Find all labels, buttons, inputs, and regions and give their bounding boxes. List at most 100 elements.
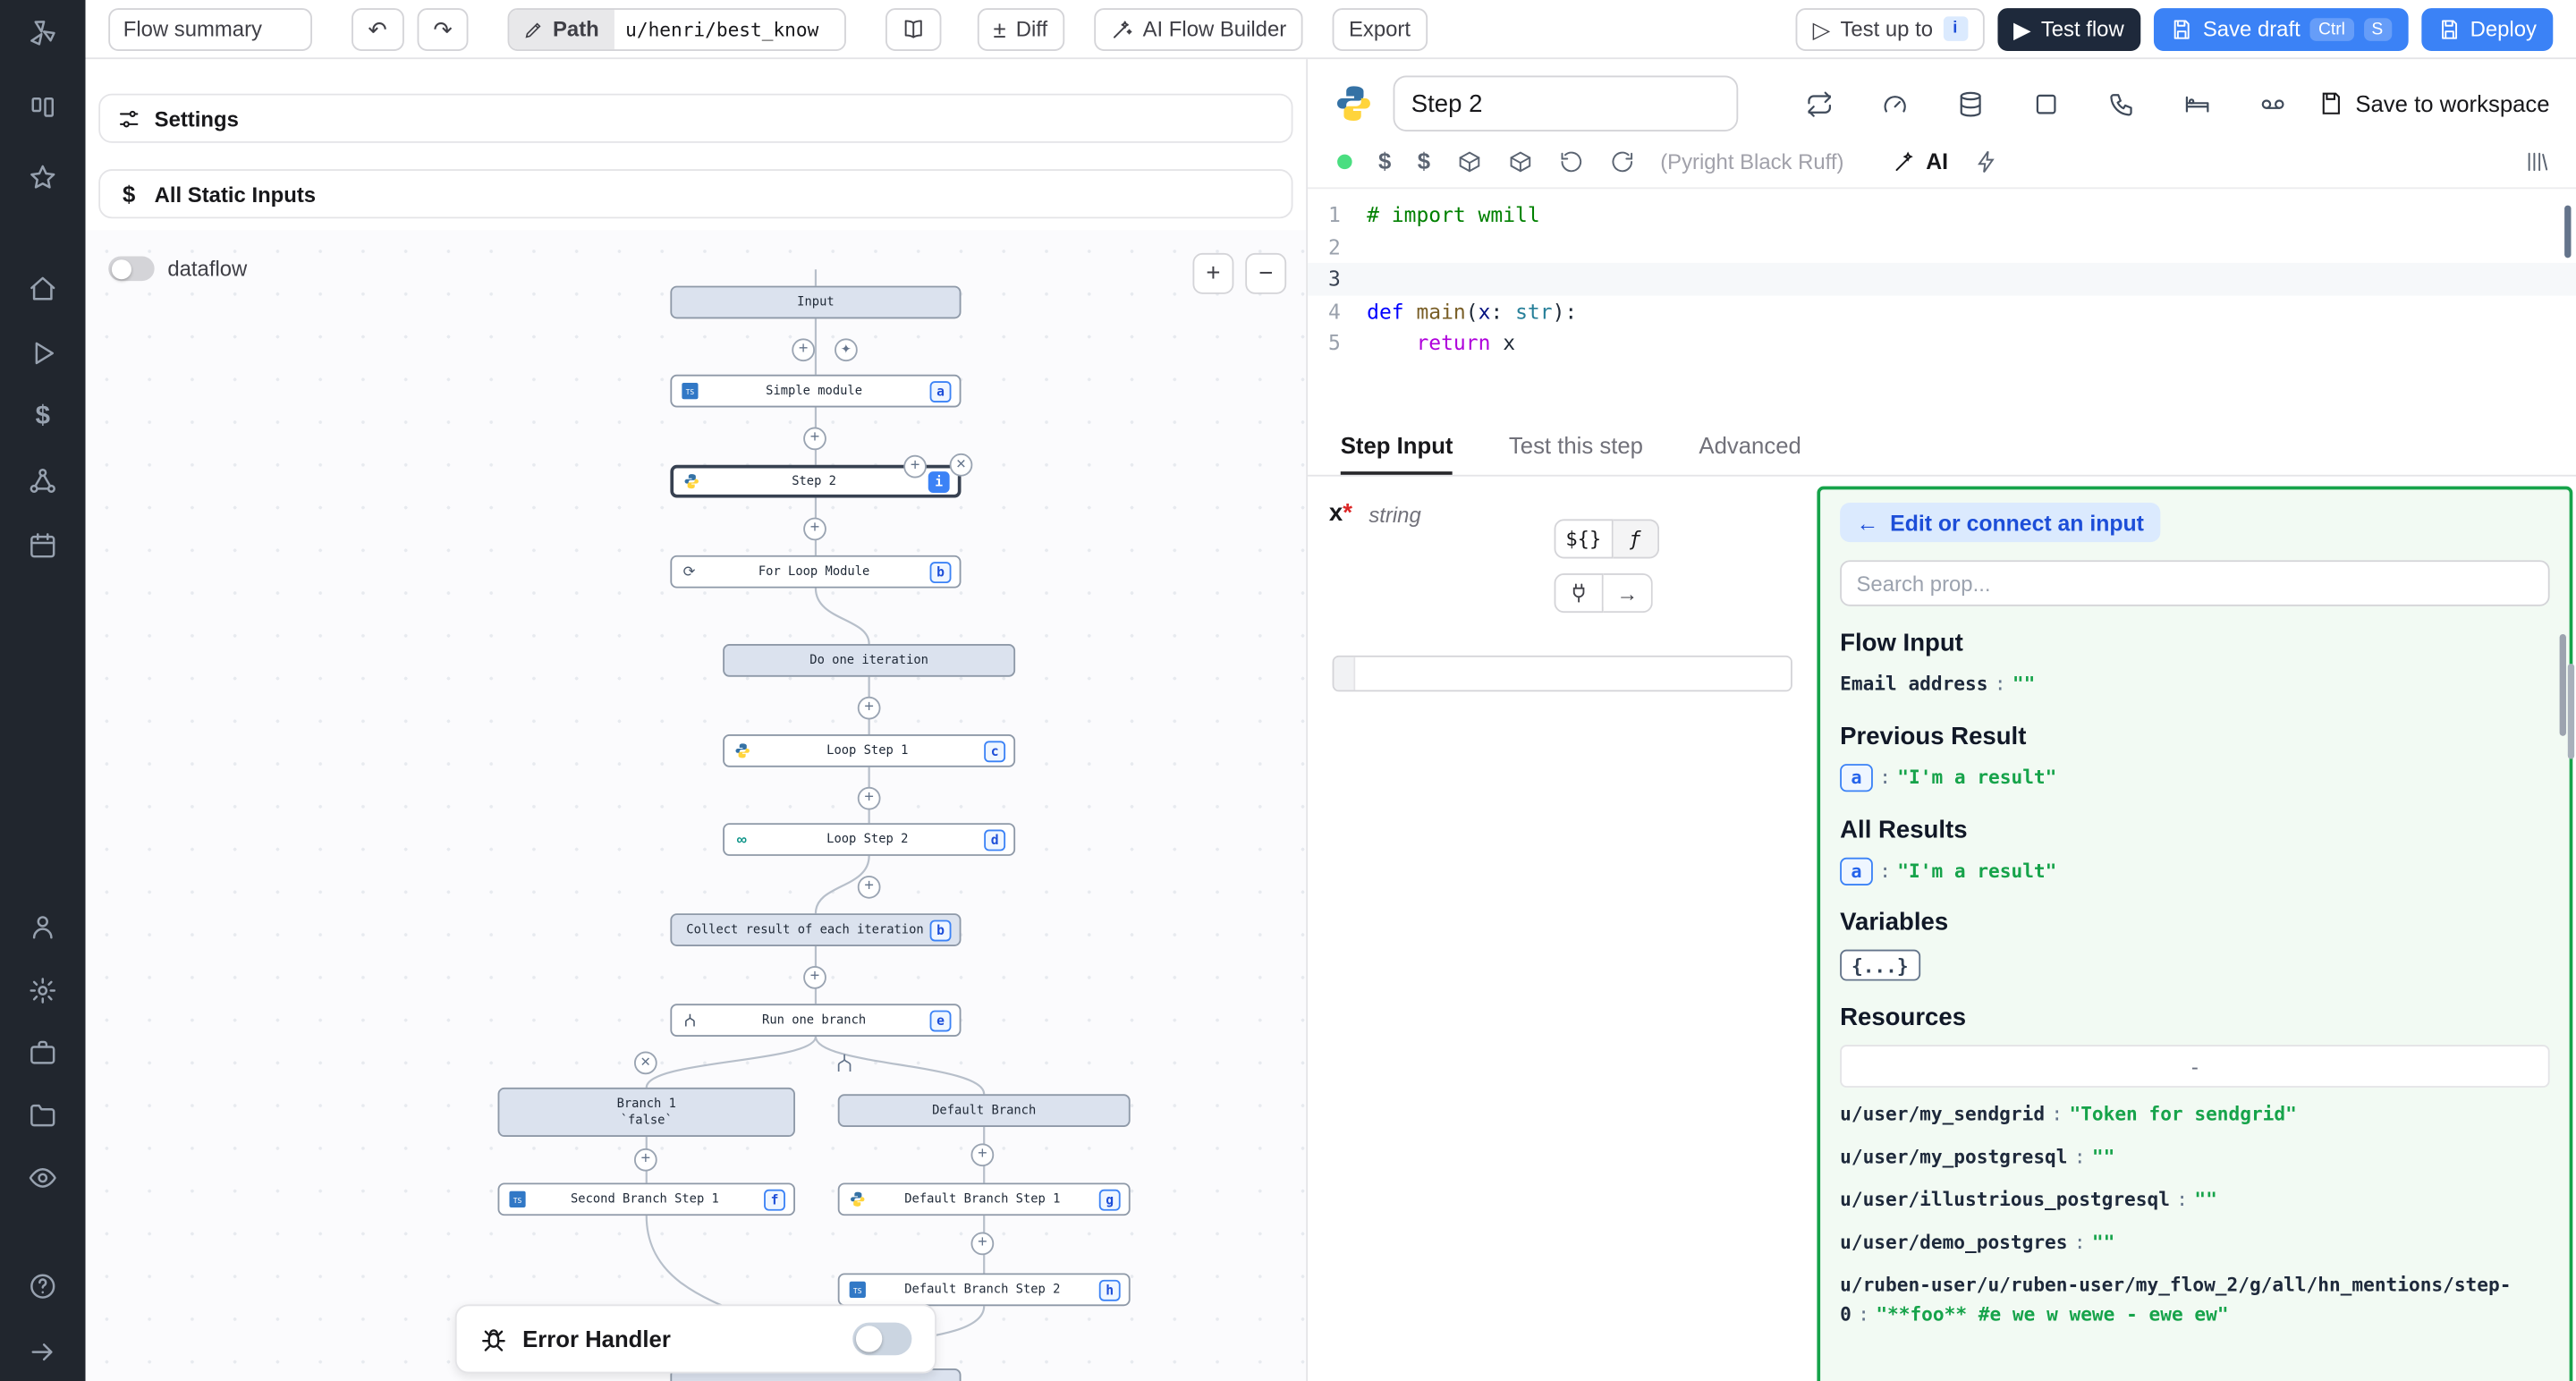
early-return-square-icon[interactable] xyxy=(2028,86,2063,122)
mock-voicemail-icon[interactable] xyxy=(2254,86,2290,122)
flow-node-b[interactable]: ⟳For Loop Moduleb xyxy=(670,555,961,589)
retries-icon[interactable] xyxy=(1801,86,1836,122)
add-step-button[interactable]: + xyxy=(858,787,881,810)
add-step-button[interactable]: + xyxy=(858,697,881,720)
edit-connect-button[interactable]: ← Edit or connect an input xyxy=(1840,503,2160,542)
code-line-3[interactable]: 3 xyxy=(1308,263,2576,295)
variables-icon[interactable]: $ xyxy=(26,401,59,434)
cache-database-icon[interactable] xyxy=(1952,86,1987,122)
variables-chip[interactable]: {...} xyxy=(1840,950,1919,981)
flow-node-a[interactable]: TSSimple modulea xyxy=(670,375,961,408)
package-alt-icon[interactable] xyxy=(1507,148,1532,174)
help-icon[interactable] xyxy=(26,1270,59,1303)
flow-node-defbranch[interactable]: Default Branch xyxy=(838,1094,1131,1127)
flow-node-c[interactable]: Loop Step 1c xyxy=(723,734,1015,767)
sleep-bed-icon[interactable] xyxy=(2179,86,2215,122)
tab-advanced[interactable]: Advanced xyxy=(1699,418,1801,475)
zoom-out-button[interactable]: − xyxy=(1245,253,1286,294)
flow-node-collect[interactable]: Collect result of each iterationb xyxy=(670,913,961,946)
variable-picker-icon[interactable]: $ xyxy=(1418,148,1430,174)
flow-settings-bar[interactable]: Settings xyxy=(98,94,1292,143)
add-step-button[interactable]: + xyxy=(803,518,826,541)
resource-value[interactable]: "" xyxy=(2194,1188,2216,1211)
zoom-in-button[interactable]: + xyxy=(1192,253,1233,294)
audit-eye-icon[interactable] xyxy=(26,1162,59,1195)
flow-node-input[interactable]: Input xyxy=(670,286,961,319)
add-step-button[interactable]: + xyxy=(971,1143,995,1166)
panel-scrollbar[interactable] xyxy=(2568,664,2574,759)
resources-icon[interactable] xyxy=(26,465,59,498)
arg-value-input[interactable] xyxy=(1355,657,1791,690)
suspend-phone-icon[interactable] xyxy=(2103,86,2139,122)
deploy-button[interactable]: Deploy xyxy=(2420,7,2553,50)
step-id-chip[interactable]: a xyxy=(1840,764,1873,792)
resource-key[interactable]: u/user/my_sendgrid xyxy=(1840,1103,2045,1126)
code-line-2[interactable]: 2 xyxy=(1308,231,2576,263)
user-icon[interactable] xyxy=(26,911,59,944)
docs-button[interactable] xyxy=(885,7,940,50)
code-scrollbar[interactable] xyxy=(2564,206,2571,258)
ai-suggest-icon[interactable]: ✦ xyxy=(835,338,858,361)
early-stop-gauge-icon[interactable] xyxy=(1877,86,1912,122)
flow-node-f[interactable]: TSSecond Branch Step 1f xyxy=(498,1182,795,1216)
collapse-arrow-icon[interactable] xyxy=(26,1335,59,1368)
fn-mode-button[interactable]: ƒ xyxy=(1613,519,1658,558)
library-panel-icon[interactable] xyxy=(2525,148,2550,174)
save-to-workspace-button[interactable]: Save to workspace xyxy=(2318,90,2550,116)
save-draft-button[interactable]: Save draft Ctrl S xyxy=(2154,7,2408,50)
add-step-button[interactable]: + xyxy=(903,455,927,479)
resource-value[interactable]: "" xyxy=(2092,1230,2114,1253)
code-assets-icon[interactable]: $ xyxy=(1378,148,1391,174)
branch-split-icon[interactable] xyxy=(833,1052,856,1075)
add-step-button[interactable]: + xyxy=(803,966,826,989)
export-button[interactable]: Export xyxy=(1333,7,1428,50)
schedules-icon[interactable] xyxy=(26,529,59,562)
resources-empty-row[interactable]: - xyxy=(1840,1046,2549,1089)
diff-button[interactable]: ± Diff xyxy=(977,7,1063,50)
code-line-4[interactable]: 4def main(x: str): xyxy=(1308,295,2576,327)
remove-branch-button[interactable]: ✕ xyxy=(634,1052,657,1075)
code-line-1[interactable]: 1# import wmill xyxy=(1308,199,2576,231)
reload-ccw-icon[interactable] xyxy=(1558,148,1583,174)
add-step-button[interactable]: + xyxy=(971,1233,995,1256)
windmill-logo-icon[interactable] xyxy=(23,13,63,53)
lightning-icon[interactable] xyxy=(1974,148,1999,174)
prop-search-input[interactable] xyxy=(1840,560,2549,606)
flow-node-h[interactable]: TSDefault Branch Step 2h xyxy=(838,1273,1131,1306)
flow-node-branch1[interactable]: Branch 1`false` xyxy=(498,1088,795,1137)
flow-canvas[interactable]: dataflow + − xyxy=(86,230,1307,1381)
prop-key[interactable]: Email address xyxy=(1840,672,1987,695)
resource-key[interactable]: u/user/demo_postgres xyxy=(1840,1230,2067,1253)
prop-scrollbar[interactable] xyxy=(2560,634,2566,736)
flow-summary-input[interactable] xyxy=(108,7,312,50)
workers-icon[interactable] xyxy=(26,1037,59,1070)
step-name-input[interactable] xyxy=(1394,75,1739,131)
resource-key[interactable]: u/user/illustrious_postgresql xyxy=(1840,1188,2170,1211)
runs-icon[interactable] xyxy=(26,337,59,370)
test-up-to-button[interactable]: ▷ Test up to i xyxy=(1796,7,1984,50)
resource-value[interactable]: "Token for sendgrid" xyxy=(2069,1103,2296,1126)
error-handler-bar[interactable]: Error Handler xyxy=(455,1304,936,1373)
flow-node-doone[interactable]: Do one iteration xyxy=(723,644,1015,677)
add-step-button[interactable]: + xyxy=(634,1148,657,1172)
error-handler-toggle[interactable] xyxy=(852,1323,911,1356)
add-step-button[interactable]: + xyxy=(792,338,815,361)
resource-value[interactable]: "**foo** #e we w wewe - ewe ew" xyxy=(1876,1302,2228,1326)
test-flow-button[interactable]: ▶ Test flow xyxy=(1997,7,2140,50)
package-icon[interactable] xyxy=(1456,148,1481,174)
step-id-chip[interactable]: a xyxy=(1840,857,1873,885)
flow-node-g[interactable]: Default Branch Step 1g xyxy=(838,1182,1131,1216)
static-inputs-bar[interactable]: $ All Static Inputs xyxy=(98,169,1292,218)
settings-gear-icon[interactable] xyxy=(26,974,59,1007)
undo-button[interactable]: ↶ xyxy=(352,7,403,50)
plug-button[interactable] xyxy=(1555,573,1604,613)
resource-key[interactable]: u/user/my_postgresql xyxy=(1840,1146,2067,1169)
delete-step-button[interactable]: ✕ xyxy=(950,453,973,477)
expr-mode-button[interactable]: ${} xyxy=(1555,519,1614,558)
add-step-button[interactable]: + xyxy=(858,876,881,899)
tab-step-input[interactable]: Step Input xyxy=(1341,418,1453,475)
prop-value[interactable]: "I'm a result" xyxy=(1897,859,2056,882)
path-input[interactable] xyxy=(614,9,843,48)
ai-flow-builder-button[interactable]: AI Flow Builder xyxy=(1094,7,1303,50)
redo-button[interactable]: ↷ xyxy=(417,7,469,50)
